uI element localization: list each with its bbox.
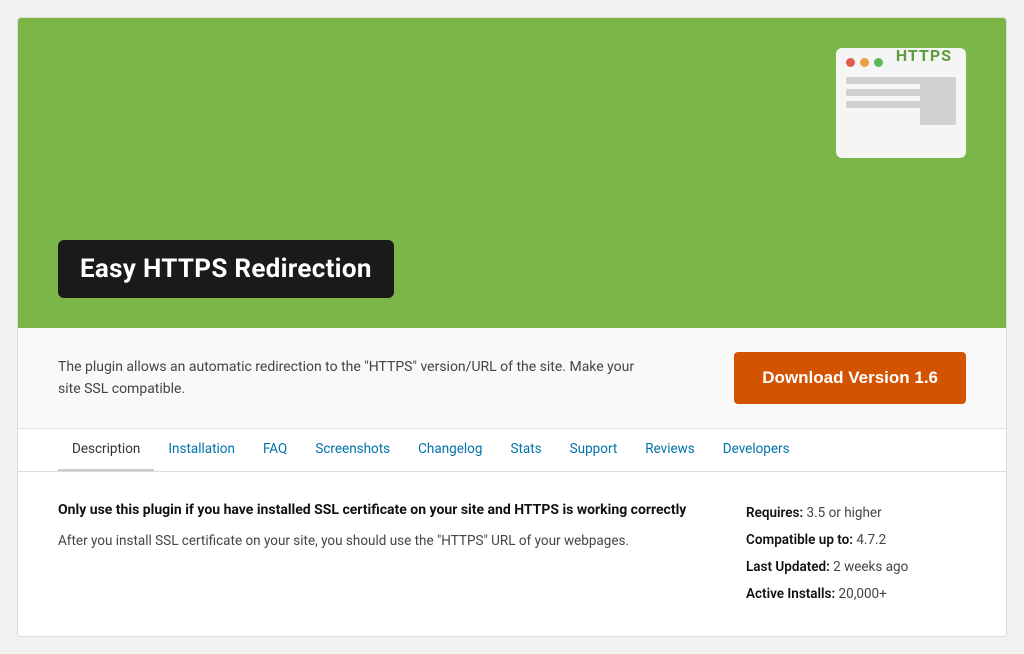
updated-value: 2 weeks ago [833,559,908,575]
tab-faq[interactable]: FAQ [249,429,301,471]
page-wrapper: HTTPS Easy HTTPS Redirection The plugin … [17,17,1007,637]
hero-banner: HTTPS Easy HTTPS Redirection [18,18,1006,328]
sidebar-updated: Last Updated: 2 weeks ago [746,554,966,581]
requires-label: Requires: [746,505,803,521]
https-plugin-icon: HTTPS [836,48,966,158]
tab-description[interactable]: Description [58,429,154,471]
plugin-title: Easy HTTPS Redirection [80,254,372,284]
dot-orange [860,58,869,67]
https-line-3 [846,101,923,108]
tabs-bar: Description Installation FAQ Screenshots… [18,429,1006,472]
tab-screenshots[interactable]: Screenshots [301,429,404,471]
installs-value: 20,000+ [839,586,887,602]
requires-value: 3.5 or higher [806,505,881,521]
sidebar-installs: Active Installs: 20,000+ [746,581,966,608]
installs-label: Active Installs: [746,586,835,602]
updated-label: Last Updated: [746,559,830,575]
plugin-title-box: Easy HTTPS Redirection [58,240,394,298]
tab-changelog[interactable]: Changelog [404,429,496,471]
content-body: After you install SSL certificate on you… [58,531,706,553]
compatible-label: Compatible up to: [746,532,853,548]
https-text-label: HTTPS [896,46,952,65]
sidebar-compatible: Compatible up to: 4.7.2 [746,527,966,554]
content-area: Only use this plugin if you have install… [18,472,1006,636]
main-content: Only use this plugin if you have install… [58,500,706,608]
content-heading: Only use this plugin if you have install… [58,500,706,521]
dot-red [846,58,855,67]
download-button[interactable]: Download Version 1.6 [734,352,966,404]
tab-developers[interactable]: Developers [709,429,804,471]
plugin-description: The plugin allows an automatic redirecti… [58,356,638,401]
https-icon-body [846,77,956,125]
info-bar: The plugin allows an automatic redirecti… [18,328,1006,429]
compatible-value: 4.7.2 [856,532,886,548]
tab-installation[interactable]: Installation [154,429,249,471]
sidebar-requires: Requires: 3.5 or higher [746,500,966,527]
tab-support[interactable]: Support [556,429,632,471]
https-icon-image-box [920,79,956,125]
tab-stats[interactable]: Stats [496,429,555,471]
tab-reviews[interactable]: Reviews [631,429,709,471]
sidebar-info: Requires: 3.5 or higher Compatible up to… [746,500,966,608]
dot-green [874,58,883,67]
window-dots [846,58,883,67]
